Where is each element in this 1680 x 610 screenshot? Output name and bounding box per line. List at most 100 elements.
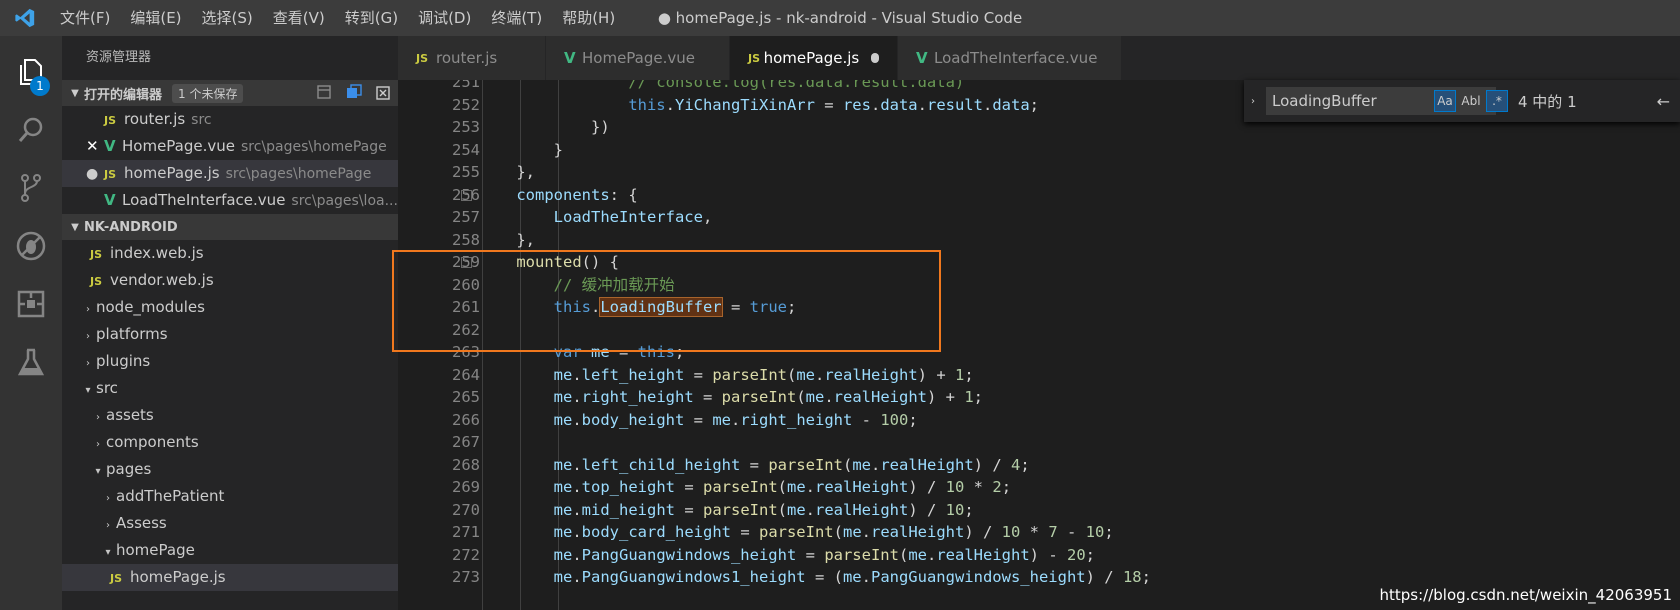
code-line: LoadTheInterface, [553,208,713,226]
open-editors-label: 打开的编辑器 [84,87,163,103]
code-line: me.top_height = parseInt(me.realHeight) … [553,478,1012,496]
line-number: 271 [452,523,480,541]
tree-item[interactable]: JS index.web.js [62,240,398,267]
open-editors-header[interactable]: ▼ 打开的编辑器 1 个未保存 [62,80,398,106]
tree-item-active[interactable]: JS homePage.js [62,564,398,591]
code-line: this.YiChangTiXinArr = res.data.result.d… [628,95,1039,114]
tab-homepage-vue[interactable]: V HomePage.vue [546,36,730,80]
line-number: 265 [452,388,480,406]
tree-item[interactable]: › components [62,429,398,456]
tab-homepage-js[interactable]: JS homePage.js [730,36,898,80]
search-icon [18,117,43,142]
code-line: me.PangGuangwindows_height = parseInt(me… [553,545,1095,564]
test-button[interactable] [0,334,62,390]
js-file-icon: JS [748,51,761,65]
menu-help[interactable]: 帮助(H) [552,0,625,36]
line-number: 257 [452,208,480,226]
chevron-down-icon: ▾ [95,466,101,477]
tree-item[interactable]: › node_modules [62,294,398,321]
match-case-button[interactable]: Aa [1434,90,1456,112]
open-editor-item-active[interactable]: ● JS homePage.js src\pages\homePage [62,160,398,187]
tree-item[interactable]: ▾ pages [62,456,398,483]
open-editor-filename: LoadTheInterface.vue [122,191,286,209]
tree-item[interactable]: › addThePatient [62,483,398,510]
activity-bar: 1 [0,36,62,610]
tree-item[interactable]: › assets [62,402,398,429]
unsaved-badge: 1 个未保存 [172,83,244,103]
tab-label: HomePage.vue [582,49,695,67]
annotation-highlight-box [392,250,941,352]
source-control-button[interactable] [0,160,62,216]
open-editors-tools [316,84,392,100]
search-button[interactable] [0,102,62,158]
fold-toggle-icon[interactable]: − [461,189,472,201]
open-editor-path: src\pages\homePage [241,139,387,155]
tree-item[interactable]: ▾ homePage [62,537,398,564]
tree-item[interactable]: › Assess [62,510,398,537]
code-line: me.body_height = me.right_height - 100; [553,410,918,429]
tree-item-label: components [106,433,199,451]
js-file-icon: JS [104,168,117,181]
code-line: } [479,140,563,159]
tree-item-label: homePage.js [130,568,226,586]
title-bar: 文件(F) 编辑(E) 选择(S) 查看(V) 转到(G) 调试(D) 终端(T… [0,0,1680,36]
unsaved-dot-icon[interactable] [871,53,879,63]
close-all-icon[interactable] [376,84,392,100]
chevron-right-icon: › [86,358,90,369]
extensions-icon [17,290,45,318]
chevron-right-icon: › [86,304,90,315]
tree-item-label: src [96,379,118,397]
menu-file[interactable]: 文件(F) [50,0,120,36]
js-file-icon: JS [104,114,117,127]
tree-item[interactable]: ▾ src [62,375,398,402]
menu-debug[interactable]: 调试(D) [408,0,481,36]
tree-item[interactable]: JS vendor.web.js [62,267,398,294]
tab-router-js[interactable]: JS router.js [398,36,546,80]
open-editor-path: src\pages\loa... [291,193,398,209]
tree-item-label: vendor.web.js [110,271,214,289]
js-file-icon: JS [416,51,429,65]
code-line: me.PangGuangwindows1_height = (me.PangGu… [553,568,1151,586]
open-editor-item[interactable]: ✕ V HomePage.vue src\pages\homePage [62,133,398,160]
close-icon[interactable]: ✕ [86,133,104,160]
line-number: 273 [452,568,480,586]
previous-match-icon[interactable]: ← [1657,92,1670,111]
project-header[interactable]: ▼ NK-ANDROID [62,214,398,240]
line-number: 272 [452,545,480,564]
explorer-button[interactable]: 1 [0,44,62,100]
chevron-right-icon: › [106,520,110,531]
tree-item[interactable]: › plugins [62,348,398,375]
debug-button[interactable] [0,218,62,274]
open-editor-item[interactable]: JS router.js src [62,106,398,133]
toggle-replace-icon[interactable]: › [1244,96,1262,107]
tab-label: homePage.js [763,49,860,67]
chevron-down-icon: ▾ [85,385,91,396]
flask-icon [17,348,45,376]
js-file-icon: JS [110,572,123,585]
line-number: 264 [452,365,480,384]
regex-button[interactable]: .* [1486,90,1508,112]
code-line: me.mid_height = parseInt(me.realHeight) … [553,500,974,519]
new-untitled-icon[interactable] [316,84,332,100]
chevron-down-icon: ▾ [105,547,111,558]
menu-selection[interactable]: 选择(S) [192,0,263,36]
menu-terminal[interactable]: 终端(T) [481,0,552,36]
open-editor-item[interactable]: V LoadTheInterface.vue src\pages\loa... [62,187,398,214]
source-control-icon [21,174,41,202]
menu-view[interactable]: 查看(V) [263,0,335,36]
menu-edit[interactable]: 编辑(E) [120,0,191,36]
save-all-icon[interactable] [346,84,362,100]
match-word-button[interactable]: Abl [1460,90,1482,112]
chevron-right-icon: › [96,439,100,450]
menu-go[interactable]: 转到(G) [335,0,408,36]
code-line: components: { [516,185,638,204]
tree-item[interactable]: › platforms [62,321,398,348]
tree-item-label: homePage [116,541,195,559]
find-widget: › LoadingBuffer Aa Abl .* 4 中的 1 ← [1244,80,1680,122]
code-line: me.left_child_height = parseInt(me.realH… [553,455,1030,474]
extensions-button[interactable] [0,276,62,332]
unsaved-dot-icon: ● [86,166,99,182]
caret-down-icon: ▼ [71,221,79,233]
vue-file-icon: V [564,49,576,67]
tab-loadtheinterface-vue[interactable]: V LoadTheInterface.vue [898,36,1122,80]
